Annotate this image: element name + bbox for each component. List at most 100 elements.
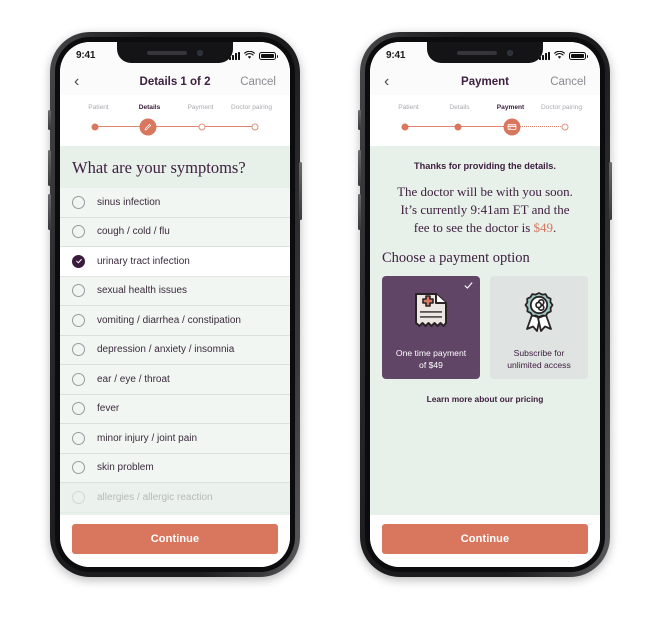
status-time: 9:41 xyxy=(76,49,96,61)
checkbox-unchecked-icon[interactable] xyxy=(72,461,85,475)
cancel-button[interactable]: Cancel xyxy=(240,76,276,88)
list-item[interactable]: ear / eye / throat xyxy=(60,365,290,395)
checkbox-unchecked-icon[interactable] xyxy=(72,372,85,386)
status-icons xyxy=(229,50,278,60)
screenshot-stage: 9:41 ‹ Details 1 of 2 Cancel Patient Det… xyxy=(0,0,672,630)
stepper-label-payment: Payment xyxy=(496,104,525,111)
checkbox-unchecked-icon[interactable] xyxy=(72,225,85,239)
continue-button[interactable]: Continue xyxy=(72,524,278,554)
wifi-icon xyxy=(554,50,565,59)
list-item-label: depression / anxiety / insomnia xyxy=(97,344,235,356)
power-button[interactable] xyxy=(609,162,612,220)
fee-amount: $49 xyxy=(533,219,554,235)
stepper-label-patient: Patient xyxy=(88,104,109,111)
list-item[interactable]: sinus infection xyxy=(60,188,290,218)
nav-bar: ‹ Payment Cancel xyxy=(370,68,600,95)
front-camera-icon xyxy=(507,49,513,56)
list-item[interactable]: fever xyxy=(60,394,290,424)
earpiece-speaker xyxy=(147,50,187,55)
stepper-dot-doctor-pairing[interactable] xyxy=(251,123,259,130)
checkbox-unchecked-icon[interactable] xyxy=(72,343,85,357)
lead-line-2: It’s currently 9:41am ET and the xyxy=(400,201,570,217)
payment-option-label: One time payment of $49 xyxy=(390,348,472,370)
payment-screen: 9:41 ‹ Payment Cancel Patient Details Pa… xyxy=(370,42,600,567)
list-item[interactable]: minor injury / joint pain xyxy=(60,424,290,454)
symptom-list: sinus infection cough / cold / flu urina… xyxy=(60,188,290,513)
list-item[interactable]: sexual health issues xyxy=(60,276,290,306)
payment-options: One time payment of $49 Subscribe for un… xyxy=(370,267,600,379)
stepper-dot-payment[interactable] xyxy=(198,123,206,130)
list-item[interactable]: skin problem xyxy=(60,453,290,483)
volume-down-button[interactable] xyxy=(358,194,361,230)
stepper-label-doctor-pairing: Doctor pairing xyxy=(230,104,273,111)
continue-button[interactable]: Continue xyxy=(382,524,588,554)
lead-line-1: The doctor will be with you soon. xyxy=(397,184,573,199)
notch xyxy=(427,42,543,63)
cancel-button[interactable]: Cancel xyxy=(550,76,586,88)
front-camera-icon xyxy=(197,49,203,56)
checkbox-unchecked-icon[interactable] xyxy=(72,195,85,209)
stepper-label-details: Details xyxy=(138,104,161,111)
list-item-label: vomiting / diarrhea / constipation xyxy=(97,314,241,326)
list-item-label: cough / cold / flu xyxy=(97,226,170,238)
list-item[interactable]: depression / anxiety / insomnia xyxy=(60,335,290,365)
nav-bar: ‹ Details 1 of 2 Cancel xyxy=(60,68,290,95)
checkbox-unchecked-icon[interactable] xyxy=(72,313,85,327)
details-cta-container: Continue xyxy=(60,515,290,567)
payment-option-one-time[interactable]: One time payment of $49 xyxy=(382,275,480,379)
lead-line-3: fee to see the doctor is xyxy=(413,219,534,235)
stepper-dot-doctor-pairing[interactable] xyxy=(561,123,569,130)
stepper-dot-patient[interactable] xyxy=(401,123,409,130)
payment-lead-text: The doctor will be with you soon. It’s c… xyxy=(370,171,600,237)
chevron-left-icon[interactable]: ‹ xyxy=(74,73,98,90)
stepper-connector-line xyxy=(94,126,256,128)
chevron-left-icon[interactable]: ‹ xyxy=(384,73,408,90)
notch xyxy=(117,42,233,63)
checkbox-checked-icon[interactable] xyxy=(72,254,85,268)
thanks-message: Thanks for providing the details. xyxy=(414,161,556,171)
list-item[interactable]: urinary tract infection xyxy=(60,247,290,277)
volume-down-button[interactable] xyxy=(48,194,51,230)
infinity-rosette-icon xyxy=(490,276,588,349)
checkbox-unchecked-icon[interactable] xyxy=(72,431,85,445)
silent-switch[interactable] xyxy=(48,110,51,130)
power-button[interactable] xyxy=(299,162,302,220)
status-icons xyxy=(539,50,588,60)
option-label-line1: One time payment xyxy=(395,348,467,359)
list-item[interactable]: allergies / allergic reaction xyxy=(60,483,290,513)
silent-switch[interactable] xyxy=(358,110,361,130)
stepper-dot-patient[interactable] xyxy=(91,123,99,130)
volume-up-button[interactable] xyxy=(358,150,361,186)
stepper-label-payment: Payment xyxy=(187,104,214,111)
volume-up-button[interactable] xyxy=(48,150,51,186)
option-label-line2: unlimited access xyxy=(507,359,571,370)
phone-device-payment: 9:41 ‹ Payment Cancel Patient Details Pa… xyxy=(358,32,612,577)
list-item[interactable]: vomiting / diarrhea / constipation xyxy=(60,306,290,336)
option-label-line1: Subscribe for xyxy=(513,348,565,359)
list-item-label: skin problem xyxy=(97,462,154,474)
stepper-label-details: Details xyxy=(449,104,470,111)
checkbox-unchecked-icon[interactable] xyxy=(72,284,85,298)
learn-more-pricing-link[interactable]: Learn more about our pricing xyxy=(370,379,600,404)
checkbox-unchecked-icon[interactable] xyxy=(72,402,85,416)
stepper-dot-details[interactable] xyxy=(454,123,462,130)
payment-option-label: Subscribe for unlimited access xyxy=(501,348,577,370)
stepper-labels: Patient Details Payment Doctor pairing xyxy=(382,104,588,111)
option-label-line2: of $49 xyxy=(419,359,443,370)
list-item-label: urinary tract infection xyxy=(97,255,190,267)
stepper-label-doctor-pairing: Doctor pairing xyxy=(540,104,583,111)
list-item[interactable]: cough / cold / flu xyxy=(60,217,290,247)
checkbox-unchecked-icon[interactable] xyxy=(72,490,85,504)
stepper-dot-payment[interactable] xyxy=(503,118,521,135)
credit-card-icon xyxy=(507,123,517,130)
payment-content: Thanks for providing the details. The do… xyxy=(370,146,600,515)
payment-option-subscribe[interactable]: Subscribe for unlimited access xyxy=(490,275,588,379)
earpiece-speaker xyxy=(457,50,497,55)
wifi-icon xyxy=(244,50,255,59)
pencil-icon xyxy=(144,123,152,130)
progress-stepper: Patient Details Payment Doctor pairing xyxy=(60,95,290,146)
phone-device-details: 9:41 ‹ Details 1 of 2 Cancel Patient Det… xyxy=(48,32,302,577)
stepper-dot-details[interactable] xyxy=(139,118,157,135)
battery-icon xyxy=(259,51,278,60)
progress-stepper: Patient Details Payment Doctor pairing xyxy=(370,95,600,146)
